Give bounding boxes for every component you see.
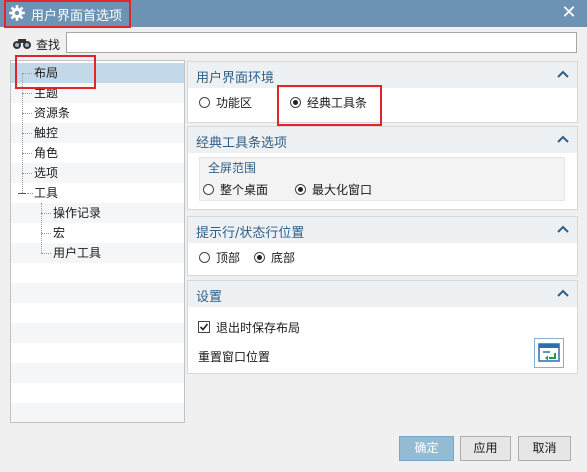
chevron-up-icon[interactable]: [557, 135, 569, 143]
tree-line: [22, 93, 32, 94]
tree-line: [22, 133, 32, 134]
tree-row-bg: [11, 343, 184, 363]
section-header[interactable]: 经典工具条选项: [188, 127, 577, 153]
tree-row-bg: [11, 223, 184, 243]
section-title: 设置: [196, 290, 223, 305]
section-ui-environment: 用户界面环境 功能区 经典工具条: [187, 61, 578, 123]
tree-line: [41, 203, 42, 253]
tree-line: [41, 233, 51, 234]
gear-icon: [9, 5, 25, 21]
radio-label: 最大化窗口: [312, 183, 373, 197]
radio-button-icon: [199, 97, 210, 108]
save-layout-label[interactable]: 退出时保存布局: [216, 319, 300, 336]
cancel-button[interactable]: 取消: [518, 436, 571, 461]
category-tree[interactable]: 布局 主题 资源条 触控 角色 选项 工具 操作记录 宏 用户工具: [10, 60, 185, 423]
title-bar: 用户界面首选项 ✕: [0, 0, 587, 27]
reset-window-button[interactable]: [534, 338, 564, 368]
tree-line: [41, 253, 51, 254]
search-input[interactable]: [66, 32, 577, 53]
window-title: 用户界面首选项: [31, 9, 123, 24]
section-classic-toolbar-options: 经典工具条选项 全屏范围 整个桌面 最大化窗口: [187, 126, 578, 210]
group-title: 全屏范围: [208, 161, 257, 175]
reset-window-icon: [538, 343, 560, 362]
tree-line: [27, 193, 33, 194]
tree-row-bg: [11, 383, 184, 403]
search-label: 查找: [36, 38, 61, 52]
radio-dot-icon: [293, 100, 298, 105]
radio-dot-icon: [257, 255, 262, 260]
tree-line: [41, 213, 51, 214]
tree-item-macro[interactable]: 宏: [53, 223, 65, 243]
radio-button-icon: [203, 184, 214, 195]
tree-line: [22, 153, 32, 154]
radio-label: 顶部: [216, 251, 241, 265]
radio-button-icon: [290, 97, 301, 108]
tree-item-resource-bar[interactable]: 资源条: [34, 103, 70, 123]
save-layout-checkbox[interactable]: [198, 321, 210, 333]
radio-label: 整个桌面: [220, 183, 269, 197]
chevron-up-icon[interactable]: [557, 225, 569, 233]
tree-row-stripe: [11, 403, 184, 422]
tree-item-journal[interactable]: 操作记录: [53, 203, 101, 223]
radio-button-icon: [295, 184, 306, 195]
tree-item-user-tools[interactable]: 用户工具: [53, 243, 101, 263]
tree-row-bg: [11, 263, 184, 283]
section-prompt-status-position: 提示行/状态行位置 顶部 底部: [187, 216, 578, 276]
radio-button-icon: [254, 252, 265, 263]
chevron-up-icon[interactable]: [557, 70, 569, 78]
tree-item-layout[interactable]: 布局: [34, 63, 58, 83]
radio-label: 经典工具条: [307, 96, 368, 110]
tree-line: [22, 113, 32, 114]
radio-label: 功能区: [216, 96, 253, 110]
tree-row-stripe: [11, 323, 184, 343]
tree-line: [22, 173, 32, 174]
reset-window-label: 重置窗口位置: [198, 350, 271, 364]
tree-item-role[interactable]: 角色: [34, 143, 58, 163]
tree-item-theme[interactable]: 主题: [34, 83, 58, 103]
chevron-up-icon[interactable]: [557, 289, 569, 297]
apply-button[interactable]: 应用: [460, 436, 511, 461]
tree-item-tools[interactable]: 工具: [34, 183, 58, 203]
radio-button-icon: [199, 252, 210, 263]
ok-button[interactable]: 确定: [399, 436, 454, 461]
section-settings: 设置 退出时保存布局 重置窗口位置: [187, 280, 578, 374]
collapse-toggle-icon[interactable]: [18, 193, 26, 194]
radio-label: 底部: [271, 251, 296, 265]
tree-line: [22, 73, 32, 74]
close-icon[interactable]: ✕: [561, 2, 577, 24]
tree-item-options[interactable]: 选项: [34, 163, 58, 183]
section-title: 经典工具条选项: [196, 136, 288, 151]
tree-row-stripe: [11, 283, 184, 303]
section-header[interactable]: 提示行/状态行位置: [188, 217, 577, 243]
section-header[interactable]: 用户界面环境: [188, 62, 577, 88]
tree-row-bg: [11, 303, 184, 323]
section-title: 提示行/状态行位置: [196, 226, 305, 241]
binoculars-icon: [13, 39, 31, 49]
radio-dot-icon: [298, 187, 303, 192]
tree-item-touch[interactable]: 触控: [34, 123, 58, 143]
section-title: 用户界面环境: [196, 71, 275, 86]
check-icon: [199, 323, 209, 331]
tree-row-stripe: [11, 363, 184, 383]
section-header[interactable]: 设置: [188, 281, 577, 307]
